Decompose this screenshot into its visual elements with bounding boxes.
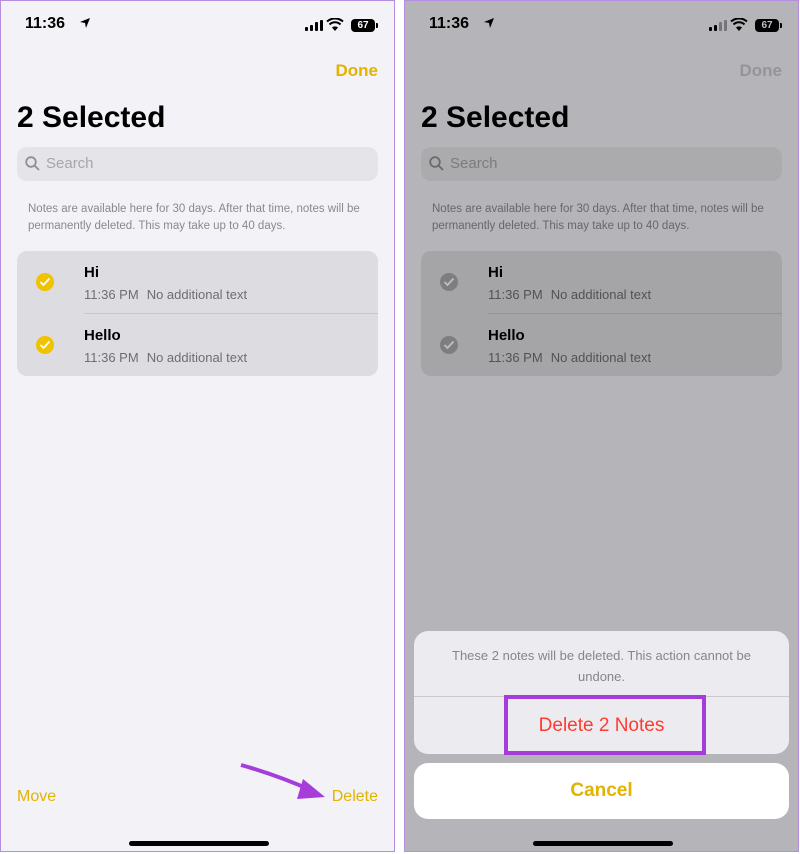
checkmark-icon[interactable] xyxy=(36,273,54,291)
note-row-hi[interactable]: Hi 11:36 PM No additional text xyxy=(17,251,378,314)
status-time: 11:36 xyxy=(25,15,66,32)
annotation-arrow-icon xyxy=(240,763,325,799)
done-button[interactable]: Done xyxy=(336,61,379,81)
location-arrow-icon xyxy=(80,18,90,28)
note-meta: 11:36 PM No additional text xyxy=(84,350,247,365)
checkmark-icon[interactable] xyxy=(36,336,54,354)
note-meta: 11:36 PM No additional text xyxy=(84,287,247,302)
cellular-signal-icon xyxy=(305,20,323,31)
wifi-icon xyxy=(326,18,344,31)
search-icon xyxy=(25,156,40,171)
note-title: Hi xyxy=(84,264,99,281)
info-text: Notes are available here for 30 days. Af… xyxy=(28,203,360,232)
note-preview: No additional text xyxy=(146,287,248,302)
note-time: 11:36 PM xyxy=(84,287,139,302)
delete-button[interactable]: Delete xyxy=(332,788,378,806)
note-time: 11:36 PM xyxy=(84,350,139,365)
note-title: Hello xyxy=(84,327,121,344)
right-screen: 11:36 67 Done 2 Selected Search Notes ar… xyxy=(404,0,799,852)
search-input[interactable]: Search xyxy=(17,147,378,181)
note-preview: No additional text xyxy=(146,350,248,365)
annotation-highlight-box xyxy=(504,695,706,755)
cancel-button[interactable]: Cancel xyxy=(414,763,789,819)
left-screen: 11:36 67 Done 2 Selected Search Notes ar… xyxy=(0,0,395,852)
move-button[interactable]: Move xyxy=(17,788,56,806)
notes-list: Hi 11:36 PM No additional text Hello 11:3… xyxy=(17,251,378,376)
search-placeholder: Search xyxy=(46,155,94,172)
home-indicator[interactable] xyxy=(129,841,269,846)
page-title: 2 Selected xyxy=(17,101,166,134)
home-indicator[interactable] xyxy=(533,841,673,846)
battery-icon: 67 xyxy=(351,19,378,32)
action-sheet-message: These 2 notes will be deleted. This acti… xyxy=(452,648,751,684)
status-bar: 11:36 67 xyxy=(1,15,394,39)
note-row-hello[interactable]: Hello 11:36 PM No additional text xyxy=(17,314,378,376)
